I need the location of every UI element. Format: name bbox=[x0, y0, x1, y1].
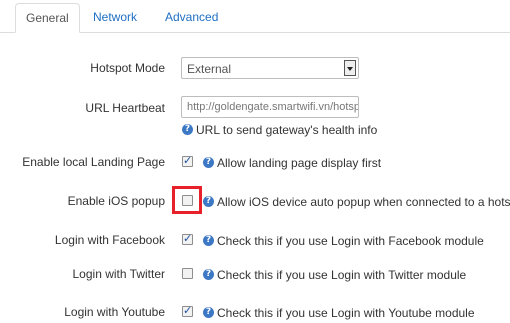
ios-help: ? Allow iOS device auto popup when connec… bbox=[203, 194, 510, 209]
chevron-down-icon[interactable] bbox=[344, 60, 356, 76]
ios-help-text: Allow iOS device auto popup when connect… bbox=[217, 194, 510, 209]
facebook-help: ? Check this if you use Login with Facebo… bbox=[203, 233, 484, 248]
youtube-help: ? Check this if you use Login with Youtub… bbox=[203, 305, 475, 320]
tab-advanced[interactable]: Advanced bbox=[155, 3, 228, 33]
twitter-checkbox[interactable] bbox=[182, 268, 193, 279]
ios-checkbox[interactable] bbox=[182, 195, 193, 206]
url-heartbeat-help-text: URL to send gateway's health info bbox=[196, 122, 378, 137]
tab-bar: General Network Advanced bbox=[0, 0, 510, 33]
info-circle-icon: ? bbox=[203, 269, 214, 281]
info-circle-icon: ? bbox=[203, 196, 214, 208]
url-heartbeat-label: URL Heartbeat bbox=[85, 101, 165, 115]
twitter-help-text: Check this if you use Login with Twitter… bbox=[217, 267, 467, 282]
twitter-help: ? Check this if you use Login with Twitte… bbox=[203, 267, 466, 282]
twitter-label: Login with Twitter bbox=[72, 267, 166, 281]
info-circle-icon: ? bbox=[203, 157, 214, 169]
tab-general[interactable]: General bbox=[15, 3, 80, 33]
landing-checkbox[interactable]: ✓ bbox=[182, 154, 193, 167]
facebook-label: Login with Facebook bbox=[54, 233, 165, 247]
youtube-help-text: Check this if you use Login with Youtube… bbox=[217, 305, 475, 320]
hotspot-mode-label: Hotspot Mode bbox=[90, 61, 165, 75]
info-circle-icon: ? bbox=[203, 307, 214, 319]
checkmark-icon: ✓ bbox=[183, 232, 193, 245]
checkmark-icon: ✓ bbox=[183, 304, 193, 317]
facebook-checkbox[interactable]: ✓ bbox=[182, 232, 193, 245]
url-heartbeat-input[interactable]: http://goldengate.smartwifi.vn/hotsp bbox=[181, 96, 359, 118]
facebook-help-text: Check this if you use Login with Faceboo… bbox=[217, 233, 484, 248]
hotspot-mode-value: External bbox=[187, 62, 232, 76]
url-heartbeat-help: ? URL to send gateway's health info bbox=[182, 122, 377, 137]
info-circle-icon: ? bbox=[203, 235, 214, 247]
landing-label: Enable local Landing Page bbox=[22, 155, 165, 169]
info-circle-icon: ? bbox=[182, 124, 193, 136]
tab-network[interactable]: Network bbox=[83, 3, 147, 33]
youtube-checkbox[interactable]: ✓ bbox=[182, 304, 193, 317]
hotspot-mode-select[interactable]: External bbox=[181, 57, 359, 79]
landing-help: ? Allow landing page display first bbox=[203, 155, 381, 170]
ios-label: Enable iOS popup bbox=[67, 194, 165, 208]
landing-help-text: Allow landing page display first bbox=[217, 155, 382, 170]
checkmark-icon: ✓ bbox=[183, 154, 193, 167]
youtube-label: Login with Youtube bbox=[64, 305, 165, 319]
